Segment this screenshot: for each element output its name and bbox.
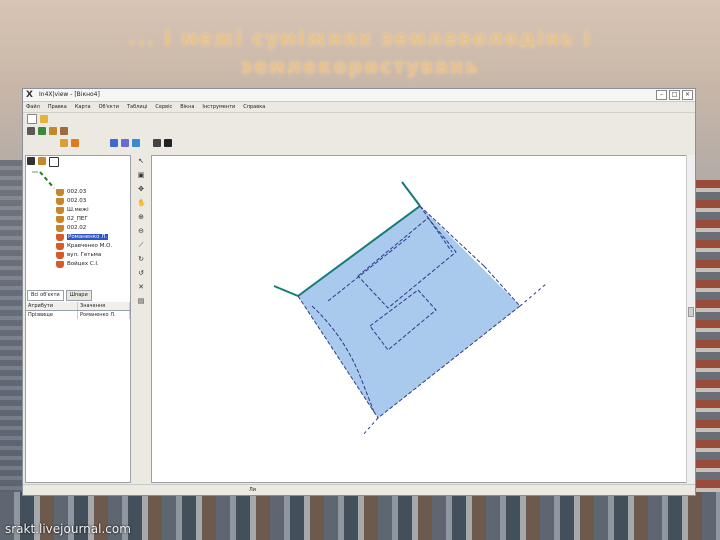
- maximize-button[interactable]: □: [669, 90, 680, 100]
- table-row[interactable]: Прізвище Романенко Л.: [26, 311, 130, 319]
- boundary-dashed-extension: [519, 283, 547, 307]
- city-photo-left-strip: [0, 160, 22, 500]
- person-layer-icon: [56, 260, 64, 268]
- vertical-scrollbar[interactable]: [686, 155, 695, 483]
- menu-item-file[interactable]: Файл: [26, 104, 40, 110]
- binoculars-icon[interactable]: [27, 157, 35, 165]
- tree-item-3[interactable]: Ш.межі: [56, 206, 89, 214]
- select-objects-icon[interactable]: [110, 139, 118, 147]
- stack-icon[interactable]: [153, 139, 161, 147]
- pointer-icon[interactable]: ↖: [137, 157, 145, 165]
- table-icon[interactable]: [132, 139, 140, 147]
- menu-item-windows[interactable]: Вікна: [180, 104, 194, 110]
- select-area-icon[interactable]: [121, 139, 129, 147]
- app-logo-icon: X: [26, 90, 33, 100]
- title-bar: X In4X|view - [Вікно4] – □ ×: [23, 89, 695, 102]
- toggle-icon[interactable]: ▣: [137, 171, 145, 179]
- menu-item-help[interactable]: Справка: [243, 104, 265, 110]
- person-layer-icon: [56, 251, 64, 259]
- measure-icon[interactable]: [60, 127, 68, 135]
- vertical-tools: ↖ ▣ ✥ ✋ ⊕ ⊖ ⟋ ↻ ↺ ✕ ▤: [133, 155, 149, 485]
- gis-app-window: X In4X|view - [Вікно4] – □ × Файл Правка…: [22, 88, 696, 496]
- layers-panel: 002.03 002.03 Ш.межі 02_ПЕГ 002.02 Роман…: [25, 155, 131, 483]
- new-file-icon[interactable]: [27, 114, 37, 124]
- main-toolbar-2: [23, 125, 695, 137]
- attribute-grid: Атрибути Значення Прізвище Романенко Л.: [26, 302, 130, 319]
- land-parcel[interactable]: [298, 206, 520, 418]
- grid-header-attribute[interactable]: Атрибути: [26, 302, 78, 310]
- panel-toolbar: [26, 156, 130, 168]
- tab-layers[interactable]: Шпари: [65, 290, 92, 301]
- tree-item-8[interactable]: вул. Гетьма: [56, 251, 101, 259]
- menu-item-service[interactable]: Сервіс: [155, 104, 172, 110]
- zoom-in-icon[interactable]: ⊕: [137, 213, 145, 221]
- status-bar: Ли: [23, 484, 695, 495]
- menu-item-tables[interactable]: Таблиці: [127, 104, 147, 110]
- rotate-icon[interactable]: ↻: [137, 255, 145, 263]
- layer-icon: [56, 197, 64, 205]
- status-text-mid: Ли: [249, 487, 257, 493]
- undo-icon[interactable]: [71, 139, 79, 147]
- boundary-solid-top: [401, 181, 421, 207]
- grid-header-value[interactable]: Значення: [78, 302, 130, 310]
- boundary-solid-stub: [273, 285, 299, 297]
- layer-icon: [56, 206, 64, 214]
- menu-item-tools[interactable]: Інструменти: [202, 104, 235, 110]
- print-icon[interactable]: [27, 127, 35, 135]
- delete-icon[interactable]: ✕: [137, 283, 145, 291]
- layer-icon: [56, 215, 64, 223]
- tree-item-7[interactable]: Кравченко М.О.: [56, 242, 112, 250]
- scrollbar-thumb[interactable]: [688, 307, 694, 317]
- menu-bar: Файл Правка Карта Об'єкти Таблиці Сервіс…: [23, 102, 695, 113]
- draw-line-icon[interactable]: ⟋: [137, 241, 145, 249]
- grid-cell-value: Романенко Л.: [78, 311, 130, 319]
- save-icon[interactable]: [164, 139, 172, 147]
- parcel-drawing[interactable]: [152, 156, 686, 482]
- layer-tree: 002.03 002.03 Ш.межі 02_ПЕГ 002.02 Роман…: [28, 170, 128, 286]
- grid-header: Атрибути Значення: [26, 302, 130, 311]
- layers-icon[interactable]: [38, 127, 46, 135]
- tree-item-4[interactable]: 02_ПЕГ: [56, 215, 88, 223]
- boundary-dashed-tail: [361, 417, 379, 437]
- tree-item-2[interactable]: 002.03: [56, 197, 86, 205]
- pan-icon[interactable]: ✥: [137, 185, 145, 193]
- grid-cell-key: Прізвище: [26, 311, 78, 319]
- refresh-icon[interactable]: ↺: [137, 269, 145, 277]
- menu-item-map[interactable]: Карта: [75, 104, 91, 110]
- grab-icon[interactable]: ✋: [137, 199, 146, 207]
- panel-tabs: Всі об'єкти Шпари: [26, 290, 131, 301]
- filter-icon[interactable]: [38, 157, 46, 165]
- tree-item-6-selected[interactable]: Романенко Л.: [56, 233, 109, 241]
- menu-item-objects[interactable]: Об'єкти: [99, 104, 119, 110]
- map-canvas[interactable]: [151, 155, 687, 483]
- tab-all-objects[interactable]: Всі об'єкти: [27, 290, 64, 301]
- slide-headline-line2: землекористувань: [240, 54, 480, 78]
- tree-item-9[interactable]: Войцех С.І.: [56, 260, 99, 268]
- person-layer-icon: [56, 242, 64, 250]
- slide-headline-line1: ... і межі суміжних землеволодінь і: [128, 26, 592, 50]
- zoom-out-icon[interactable]: ⊖: [137, 227, 145, 235]
- pencil-icon[interactable]: [60, 139, 68, 147]
- identify-icon[interactable]: [49, 127, 57, 135]
- tree-item-5[interactable]: 002.02: [56, 224, 86, 232]
- person-layer-icon: [56, 233, 64, 241]
- window-icon[interactable]: [49, 157, 59, 167]
- layer-icon: [56, 224, 64, 232]
- layer-icon: [56, 188, 64, 196]
- snap-icon[interactable]: ▤: [137, 297, 145, 305]
- watermark-text: srakt.livejournal.com: [5, 522, 131, 536]
- close-button[interactable]: ×: [682, 90, 693, 100]
- window-title: In4X|view - [Вікно4]: [39, 91, 100, 98]
- menu-item-edit[interactable]: Правка: [48, 104, 67, 110]
- open-folder-icon[interactable]: [40, 115, 48, 123]
- main-toolbar-1: [23, 113, 695, 125]
- main-toolbar-3: [23, 137, 695, 149]
- tree-item-1[interactable]: 002.03: [56, 188, 86, 196]
- minimize-button[interactable]: –: [656, 90, 667, 100]
- city-photo-right-strip: [696, 180, 720, 500]
